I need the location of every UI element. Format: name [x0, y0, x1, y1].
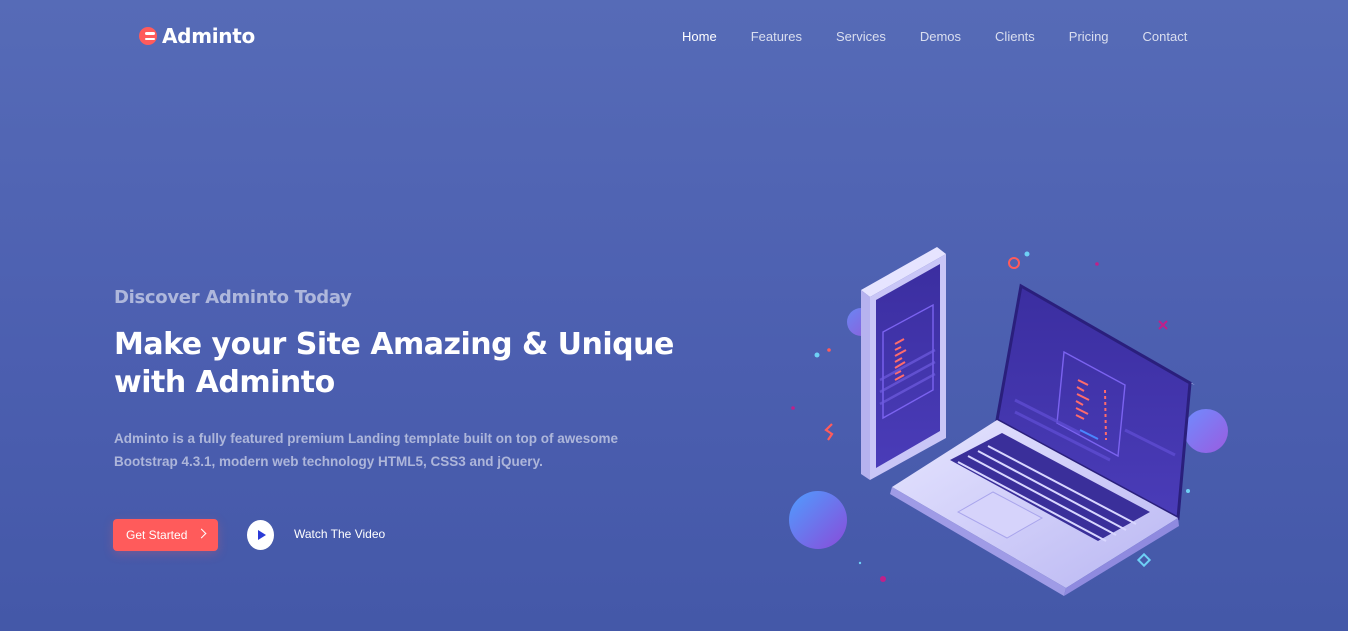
get-started-button[interactable]: Get Started: [113, 519, 218, 551]
nav-item-demos[interactable]: Demos: [920, 29, 961, 44]
nav-item-features[interactable]: Features: [751, 29, 802, 44]
hero-description: Adminto is a fully featured premium Land…: [114, 431, 619, 469]
nav-item-clients[interactable]: Clients: [995, 29, 1035, 44]
nav-item-contact[interactable]: Contact: [1143, 29, 1188, 44]
nav-item-services[interactable]: Services: [836, 29, 886, 44]
play-icon: [257, 530, 266, 540]
brand-logo[interactable]: Adminto: [139, 24, 255, 48]
main-nav: Home Features Services Demos Clients Pri…: [682, 29, 1221, 44]
navbar: Adminto Home Features Services Demos Cli…: [0, 0, 1348, 74]
brand-name: Adminto: [162, 24, 255, 48]
adminto-logo-icon: [139, 27, 157, 45]
nav-item-home[interactable]: Home: [682, 29, 717, 44]
play-video-button[interactable]: [247, 520, 274, 550]
hero-title: Make your Site Amazing & Unique with Adm…: [114, 327, 674, 400]
hero-subtitle: Discover Adminto Today: [114, 287, 352, 308]
chevron-right-icon: [196, 528, 207, 539]
watch-video-link[interactable]: Watch The Video: [294, 527, 385, 541]
get-started-label: Get Started: [126, 528, 188, 542]
laptop-phone-isometric-illustration: [789, 247, 1228, 596]
nav-item-pricing[interactable]: Pricing: [1069, 29, 1109, 44]
